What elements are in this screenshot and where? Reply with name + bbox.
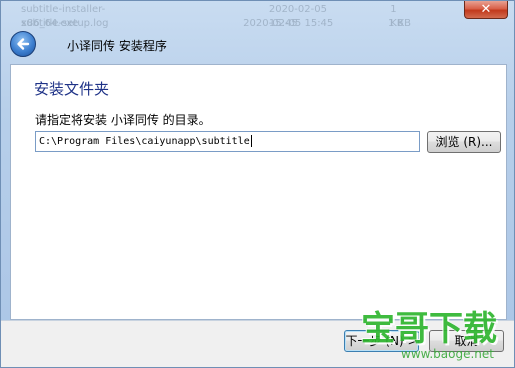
content-panel: 安装文件夹 请指定将安装 小译同传 的目录。 C:\Program Files\… xyxy=(10,64,507,320)
window-title: 小译同传 安装程序 xyxy=(67,39,167,53)
back-button[interactable] xyxy=(10,31,36,57)
text-caret xyxy=(250,135,252,147)
close-icon: ✕ xyxy=(480,2,492,17)
instruction-label: 请指定将安装 小译同传 的目录。 xyxy=(35,113,211,127)
background-row: subtitle-installer-x86_64.exe 2020-02-05… xyxy=(21,4,404,29)
installer-window: subtitle-installer-x86_64.exe 2020-02-05… xyxy=(0,0,515,368)
close-button[interactable]: ✕ xyxy=(464,1,508,19)
watermark-url: www.baoge.net xyxy=(401,347,494,361)
back-arrow-icon xyxy=(17,38,30,50)
install-path-value: C:\Program Files\caiyunapp\subtitle xyxy=(39,136,250,147)
browse-button[interactable]: 浏览 (R)... xyxy=(427,131,501,153)
install-path-input[interactable]: C:\Program Files\caiyunapp\subtitle xyxy=(35,131,420,152)
background-file-list: subtitle-installer-x86_64.exe 2020-02-05… xyxy=(21,3,421,31)
watermark: 宝哥下载 www.baoge.net xyxy=(357,301,507,367)
page-heading: 安装文件夹 xyxy=(34,80,110,98)
watermark-brand: 宝哥下载 xyxy=(361,309,497,349)
background-row: subtitle-setup.log 2020-02-05 15:45 1 KB xyxy=(21,18,411,29)
